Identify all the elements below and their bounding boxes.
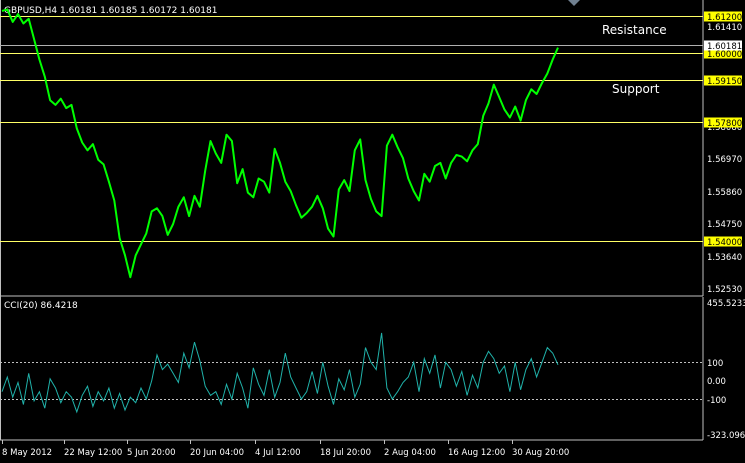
trading-chart[interactable]: GBPUSD,H4 1.60181 1.60185 1.60172 1.6018… xyxy=(0,0,745,463)
price-tick: 1.55860 xyxy=(707,188,742,198)
time-label: 22 May 12:00 xyxy=(64,448,122,458)
cci-tick: 0.00 xyxy=(707,377,726,387)
symbol-info: GBPUSD,H4 1.60181 1.60185 1.60172 1.6018… xyxy=(4,6,217,16)
time-label: 18 Jul 20:00 xyxy=(320,448,371,458)
time-axis: 8 May 2012 22 May 12:00 5 Jun 20:00 20 Jun … xyxy=(2,440,569,458)
level-label: 1.59150 xyxy=(707,77,742,87)
price-series-line[interactable] xyxy=(1,8,559,279)
price-tick: 1.56970 xyxy=(707,155,742,165)
cci-series-line[interactable] xyxy=(1,332,559,414)
time-label: 2 Aug 04:00 xyxy=(384,448,436,458)
cci-tick: -100 xyxy=(707,396,726,406)
level-label: 1.61200 xyxy=(707,13,742,23)
cci-tick: 455.5233 xyxy=(707,299,745,309)
level-label: 1.57800 xyxy=(707,119,742,129)
current-price-label: 1.60181 xyxy=(707,42,742,52)
cci-tick: 100 xyxy=(707,359,723,369)
horizontal-levels[interactable] xyxy=(0,16,703,242)
price-tick: 1.61410 xyxy=(707,23,742,33)
time-label: 30 Aug 20:00 xyxy=(512,448,569,458)
time-label: 8 May 2012 xyxy=(2,448,52,458)
cci-tick: -323.096 xyxy=(707,431,745,441)
time-label: 5 Jun 20:00 xyxy=(127,448,176,458)
cci-info: CCI(20) 86.4218 xyxy=(4,301,78,311)
support-label: Support xyxy=(612,82,660,96)
time-label: 4 Jul 12:00 xyxy=(255,448,301,458)
cci-axis: 455.5233 100 0.00 -100 -323.096 xyxy=(707,299,745,441)
price-axis: 1.61410 1.58080 1.56970 1.55860 1.54750 … xyxy=(707,23,742,295)
price-tick: 1.53640 xyxy=(707,253,742,263)
time-label: 20 Jun 04:00 xyxy=(190,448,244,458)
level-label: 1.54000 xyxy=(707,238,742,248)
chart-shift-marker-icon[interactable] xyxy=(568,0,580,6)
price-tick: 1.54750 xyxy=(707,220,742,230)
price-tick: 1.52530 xyxy=(707,285,742,295)
resistance-label: Resistance xyxy=(602,23,667,37)
time-label: 16 Aug 12:00 xyxy=(448,448,505,458)
